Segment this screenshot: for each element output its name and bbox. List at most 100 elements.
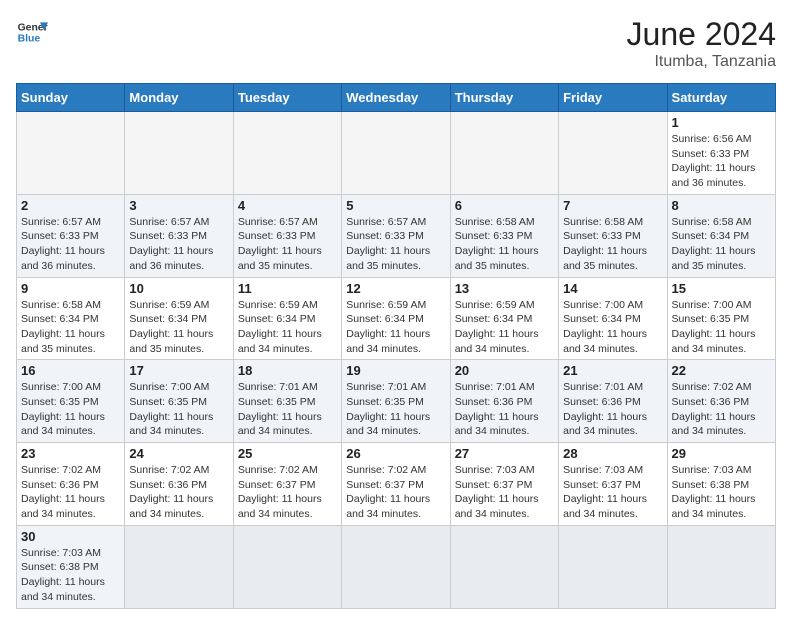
day-info: Sunrise: 7:03 AMSunset: 6:37 PMDaylight:… (455, 463, 554, 522)
table-row (559, 525, 667, 608)
calendar-week-row: 1 Sunrise: 6:56 AMSunset: 6:33 PMDaylight… (17, 112, 776, 195)
table-row (559, 112, 667, 195)
svg-text:Blue: Blue (18, 34, 41, 45)
table-row: 10 Sunrise: 6:59 AMSunset: 6:34 PMDayligh… (125, 277, 233, 360)
calendar-week-row: 2 Sunrise: 6:57 AMSunset: 6:33 PMDaylight… (17, 194, 776, 277)
day-number: 22 (672, 363, 771, 378)
day-number: 20 (455, 363, 554, 378)
table-row: 30 Sunrise: 7:03 AMSunset: 6:38 PMDayligh… (17, 525, 125, 608)
day-number: 2 (21, 198, 120, 213)
day-info: Sunrise: 6:59 AMSunset: 6:34 PMDaylight:… (455, 298, 554, 357)
day-number: 25 (238, 446, 337, 461)
table-row (233, 112, 341, 195)
day-info: Sunrise: 7:00 AMSunset: 6:34 PMDaylight:… (563, 298, 662, 357)
day-number: 24 (129, 446, 228, 461)
table-row: 3 Sunrise: 6:57 AMSunset: 6:33 PMDaylight… (125, 194, 233, 277)
day-number: 18 (238, 363, 337, 378)
day-info: Sunrise: 6:56 AMSunset: 6:33 PMDaylight:… (672, 132, 771, 191)
table-row: 28Sunrise: 7:03 AMSunset: 6:37 PMDayligh… (559, 443, 667, 526)
table-row: 29Sunrise: 7:03 AMSunset: 6:38 PMDayligh… (667, 443, 775, 526)
day-number: 4 (238, 198, 337, 213)
day-number: 6 (455, 198, 554, 213)
day-info: Sunrise: 6:59 AMSunset: 6:34 PMDaylight:… (129, 298, 228, 357)
day-number: 10 (129, 281, 228, 296)
day-number: 26 (346, 446, 445, 461)
day-number: 3 (129, 198, 228, 213)
day-info: Sunrise: 7:01 AMSunset: 6:36 PMDaylight:… (563, 380, 662, 439)
day-number: 15 (672, 281, 771, 296)
table-row: 11Sunrise: 6:59 AMSunset: 6:34 PMDayligh… (233, 277, 341, 360)
table-row (125, 112, 233, 195)
table-row (342, 525, 450, 608)
calendar: Sunday Monday Tuesday Wednesday Thursday… (16, 83, 776, 609)
day-info: Sunrise: 6:57 AMSunset: 6:33 PMDaylight:… (129, 215, 228, 274)
table-row: 2 Sunrise: 6:57 AMSunset: 6:33 PMDaylight… (17, 194, 125, 277)
day-number: 29 (672, 446, 771, 461)
logo-icon: General Blue (16, 16, 48, 48)
table-row: 26 Sunrise: 7:02 AMSunset: 6:37 PMDayligh… (342, 443, 450, 526)
table-row: 1 Sunrise: 6:56 AMSunset: 6:33 PMDaylight… (667, 112, 775, 195)
day-number: 1 (672, 115, 771, 130)
header: General Blue June 2024 Itumba, Tanzania (16, 16, 776, 71)
day-info: Sunrise: 7:02 AMSunset: 6:36 PMDaylight:… (21, 463, 120, 522)
day-info: Sunrise: 6:57 AMSunset: 6:33 PMDaylight:… (21, 215, 120, 274)
table-row: 25Sunrise: 7:02 AMSunset: 6:37 PMDayligh… (233, 443, 341, 526)
header-monday: Monday (125, 84, 233, 112)
day-info: Sunrise: 7:01 AMSunset: 6:35 PMDaylight:… (238, 380, 337, 439)
table-row: 8Sunrise: 6:58 AMSunset: 6:34 PMDaylight… (667, 194, 775, 277)
header-wednesday: Wednesday (342, 84, 450, 112)
day-info: Sunrise: 7:02 AMSunset: 6:36 PMDaylight:… (129, 463, 228, 522)
day-number: 16 (21, 363, 120, 378)
table-row: 13 Sunrise: 6:59 AMSunset: 6:34 PMDayligh… (450, 277, 558, 360)
day-number: 7 (563, 198, 662, 213)
header-sunday: Sunday (17, 84, 125, 112)
day-number: 13 (455, 281, 554, 296)
header-thursday: Thursday (450, 84, 558, 112)
table-row: 23 Sunrise: 7:02 AMSunset: 6:36 PMDayligh… (17, 443, 125, 526)
table-row: 18 Sunrise: 7:01 AMSunset: 6:35 PMDayligh… (233, 360, 341, 443)
table-row: 22 Sunrise: 7:02 AMSunset: 6:36 PMDayligh… (667, 360, 775, 443)
day-number: 17 (129, 363, 228, 378)
day-number: 12 (346, 281, 445, 296)
day-info: Sunrise: 7:01 AMSunset: 6:36 PMDaylight:… (455, 380, 554, 439)
month-title: June 2024 (627, 16, 776, 53)
calendar-week-row: 9Sunrise: 6:58 AMSunset: 6:34 PMDaylight… (17, 277, 776, 360)
calendar-week-row: 23 Sunrise: 7:02 AMSunset: 6:36 PMDayligh… (17, 443, 776, 526)
day-number: 30 (21, 529, 120, 544)
day-info: Sunrise: 7:01 AMSunset: 6:35 PMDaylight:… (346, 380, 445, 439)
day-info: Sunrise: 6:59 AMSunset: 6:34 PMDaylight:… (238, 298, 337, 357)
table-row: 15Sunrise: 7:00 AMSunset: 6:35 PMDayligh… (667, 277, 775, 360)
day-number: 19 (346, 363, 445, 378)
day-number: 5 (346, 198, 445, 213)
table-row (667, 525, 775, 608)
day-number: 8 (672, 198, 771, 213)
day-info: Sunrise: 6:57 AMSunset: 6:33 PMDaylight:… (346, 215, 445, 274)
day-info: Sunrise: 7:02 AMSunset: 6:37 PMDaylight:… (346, 463, 445, 522)
table-row (125, 525, 233, 608)
calendar-week-row: 16 Sunrise: 7:00 AMSunset: 6:35 PMDayligh… (17, 360, 776, 443)
table-row: 12 Sunrise: 6:59 AMSunset: 6:34 PMDayligh… (342, 277, 450, 360)
table-row (450, 112, 558, 195)
day-info: Sunrise: 6:57 AMSunset: 6:33 PMDaylight:… (238, 215, 337, 274)
location-title: Itumba, Tanzania (627, 53, 776, 71)
table-row: 21Sunrise: 7:01 AMSunset: 6:36 PMDayligh… (559, 360, 667, 443)
header-saturday: Saturday (667, 84, 775, 112)
table-row: 27 Sunrise: 7:03 AMSunset: 6:37 PMDayligh… (450, 443, 558, 526)
logo: General Blue (16, 16, 48, 48)
day-info: Sunrise: 7:00 AMSunset: 6:35 PMDaylight:… (21, 380, 120, 439)
day-number: 27 (455, 446, 554, 461)
day-info: Sunrise: 7:03 AMSunset: 6:38 PMDaylight:… (21, 546, 120, 605)
day-info: Sunrise: 6:58 AMSunset: 6:34 PMDaylight:… (21, 298, 120, 357)
table-row: 14Sunrise: 7:00 AMSunset: 6:34 PMDayligh… (559, 277, 667, 360)
day-info: Sunrise: 6:58 AMSunset: 6:33 PMDaylight:… (455, 215, 554, 274)
table-row: 17Sunrise: 7:00 AMSunset: 6:35 PMDayligh… (125, 360, 233, 443)
table-row: 16 Sunrise: 7:00 AMSunset: 6:35 PMDayligh… (17, 360, 125, 443)
table-row: 7 Sunrise: 6:58 AMSunset: 6:33 PMDaylight… (559, 194, 667, 277)
day-info: Sunrise: 6:58 AMSunset: 6:33 PMDaylight:… (563, 215, 662, 274)
table-row: 9Sunrise: 6:58 AMSunset: 6:34 PMDaylight… (17, 277, 125, 360)
day-info: Sunrise: 6:59 AMSunset: 6:34 PMDaylight:… (346, 298, 445, 357)
header-tuesday: Tuesday (233, 84, 341, 112)
day-number: 23 (21, 446, 120, 461)
day-info: Sunrise: 7:02 AMSunset: 6:36 PMDaylight:… (672, 380, 771, 439)
table-row (17, 112, 125, 195)
